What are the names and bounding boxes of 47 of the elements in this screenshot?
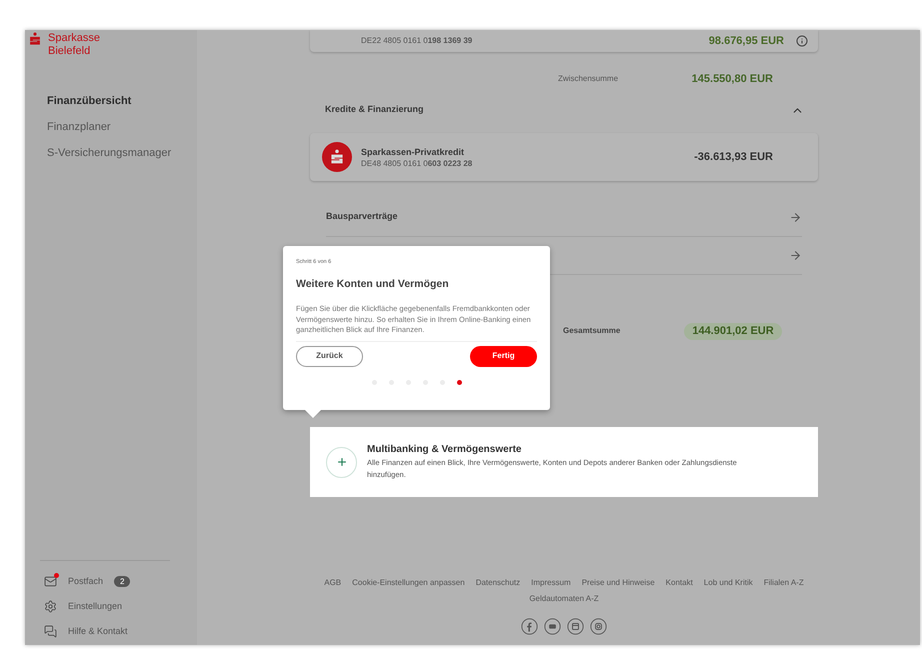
section-heading: Kredite & Finanzierung (325, 103, 424, 116)
subtotal-amount: 145.550,80 EUR (692, 72, 773, 87)
help-chat-icon (44, 624, 57, 638)
sidebar-link[interactable]: Hilfe & Kontakt (44, 623, 197, 639)
footer-link[interactable]: Filialen A-Z (764, 575, 804, 591)
footer-link[interactable]: Kontakt (666, 575, 693, 591)
subtotal-label: Zwischensumme (558, 73, 618, 85)
instagram-icon[interactable] (590, 618, 607, 635)
account-iban: DE22 4805 0161 0198 1369 39 (361, 35, 472, 47)
bank-name: Sparkasse Bielefeld (48, 32, 100, 58)
mail-icon (44, 574, 57, 588)
count-badge: 2 (114, 576, 130, 586)
sidebar-link[interactable]: Einstellungen (44, 598, 197, 614)
account-amount: 98.676,95 EUR (708, 34, 784, 49)
link-row[interactable]: Bausparverträge (326, 198, 802, 237)
footer-link[interactable]: Geldautomaten A-Z (529, 591, 599, 607)
facebook-icon[interactable] (521, 618, 538, 635)
nav-link[interactable]: Finanzübersicht (47, 94, 197, 108)
account-card[interactable]: DE22 4805 0161 0198 1369 39 98.676,95 EUR (310, 30, 818, 52)
footer-link[interactable]: Impressum (531, 575, 571, 591)
nav-link[interactable]: S-Versicherungsmanager (47, 146, 197, 160)
arrow-right-icon (789, 249, 802, 262)
info-icon[interactable] (796, 35, 808, 47)
account-amount: -36.613,93 EUR (694, 150, 773, 165)
total-amount: 144.901,02 EUR (684, 322, 782, 340)
footer-link[interactable]: Lob und Kritik (704, 575, 753, 591)
done-button[interactable]: Fertig (470, 346, 537, 366)
account-card[interactable]: Sparkassen-Privatkredit DE48 4805 0161 0603 0223 28 -36.613,93 EUR (310, 133, 818, 181)
sparkasse-account-icon (322, 142, 352, 172)
multibanking-title: Multibanking & Vermögenswerte (367, 443, 522, 456)
calendar-icon[interactable] (567, 618, 584, 635)
settings-icon (44, 600, 57, 612)
footer-link[interactable]: Datenschutz (476, 575, 520, 591)
back-button[interactable]: Zurück (296, 346, 363, 366)
tour-title: Weitere Konten und Vermögen (296, 278, 450, 291)
arrow-right-icon (789, 210, 802, 224)
plus-icon (336, 456, 348, 468)
youtube-icon[interactable] (544, 618, 561, 635)
account-iban: DE48 4805 0161 0603 0223 28 (361, 158, 472, 168)
nav-link[interactable]: Finanzplaner (47, 120, 197, 134)
account-name: Sparkassen-Privatkredit (361, 146, 466, 158)
footer-link[interactable]: Cookie-Einstellungen anpassen (352, 575, 465, 591)
sparkasse-logo-icon (28, 32, 42, 46)
footer-link[interactable]: Preise und Hinweise (582, 575, 655, 591)
sidebar-link[interactable]: Postfach 2 (44, 573, 197, 589)
footer-link[interactable]: AGB (324, 575, 342, 591)
total-label: Gesamtsumme (563, 325, 620, 337)
